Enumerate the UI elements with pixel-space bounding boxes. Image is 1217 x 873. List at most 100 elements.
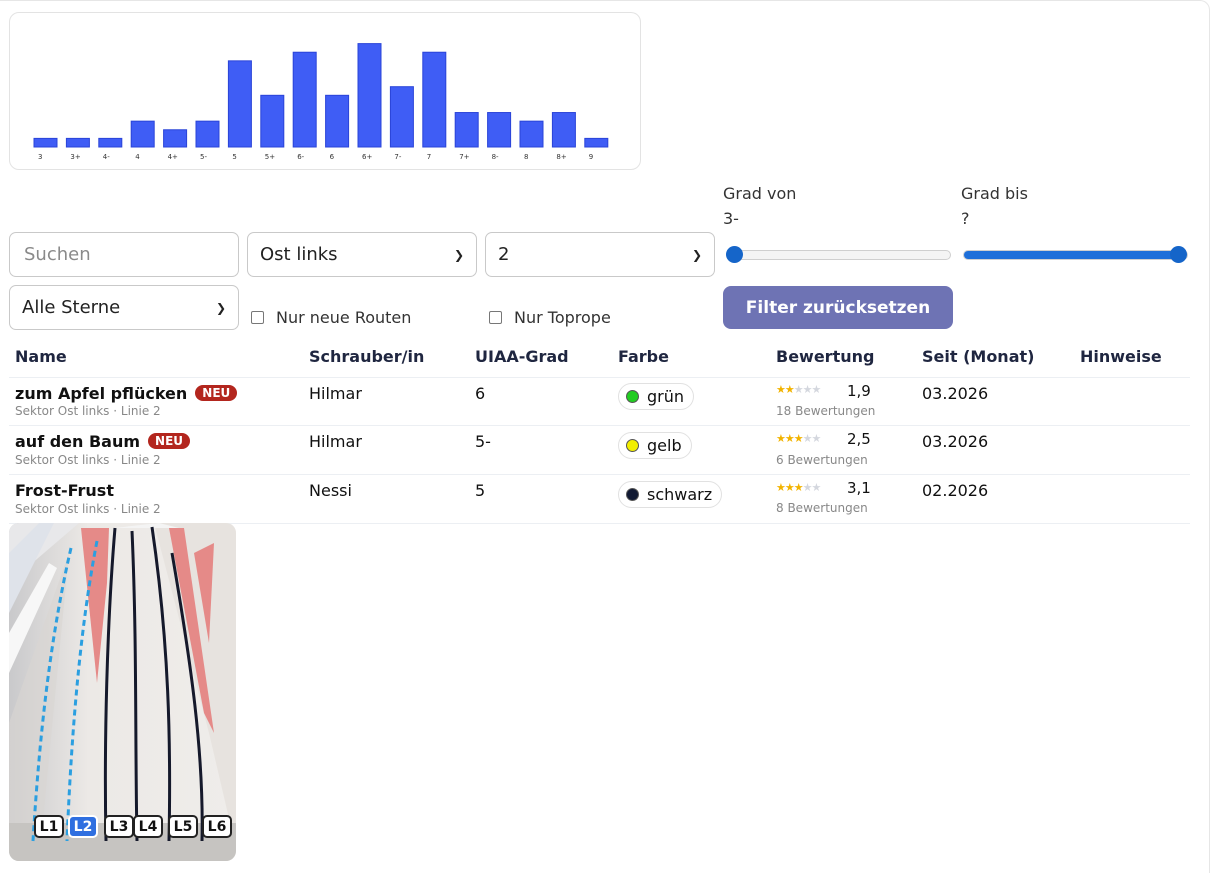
column-header-since[interactable]: Seit (Monat) — [922, 347, 1034, 366]
chart-svg: 3 3+ 4- 4 4+ 5- 5 5+ 6- 6 6+ 7- 7 7+ 8- 8 8+ 9 — [33, 43, 609, 161]
star-icon: ★ — [811, 432, 822, 445]
route-color-pill: schwarz — [618, 481, 723, 508]
chart-tick-label: 5- — [200, 153, 207, 161]
wall-photo — [9, 523, 236, 861]
line-tag-l6[interactable]: L6 — [202, 815, 232, 838]
route-sector-line: Sektor Ost links · Linie 2 — [15, 453, 161, 467]
chart-tick-label: 5+ — [265, 153, 275, 161]
grade-from-label: Grad von — [723, 184, 797, 203]
chart-tick-label: 7+ — [459, 153, 469, 161]
grade-distribution-chart: 3 3+ 4- 4 4+ 5- 5 5+ 6- 6 6+ 7- 7 7+ 8- 8 8+ 9 — [9, 12, 641, 170]
chart-bar — [195, 120, 220, 148]
chart-bar — [325, 94, 350, 148]
chart-tick-label: 4- — [103, 153, 110, 161]
chart-bar — [487, 112, 512, 148]
chart-tick-label: 4+ — [168, 153, 178, 161]
line-tag-l3[interactable]: L3 — [104, 815, 134, 838]
only-toprope-checkbox[interactable] — [489, 311, 502, 324]
only-new-filter[interactable]: Nur neue Routen — [251, 308, 411, 327]
new-badge: NEU — [148, 433, 191, 449]
star-icon: ★ — [811, 383, 822, 396]
route-color-name: grün — [647, 387, 685, 406]
chart-tick-label: 4 — [135, 153, 140, 161]
rating-count: 18 Bewertungen — [776, 404, 876, 418]
chart-bar — [422, 51, 447, 148]
chart-bar — [389, 86, 414, 148]
route-setter: Hilmar — [309, 432, 362, 451]
route-grade: 5 — [475, 481, 486, 500]
chart-tick-label: 3+ — [70, 153, 80, 161]
column-header-color[interactable]: Farbe — [618, 347, 669, 366]
route-name[interactable]: auf den Baum NEU — [15, 432, 191, 451]
rating-stars: ★★★★★ — [776, 432, 822, 445]
line-select[interactable]: 2 ❯ — [485, 232, 715, 277]
star-icon: ★ — [793, 383, 804, 396]
star-icon: ★ — [811, 481, 822, 494]
column-header-grade[interactable]: UIAA-Grad — [475, 347, 569, 366]
star-icon: ★ — [793, 481, 804, 494]
chart-bar — [130, 120, 155, 148]
rating-stars: ★★★★★ — [776, 383, 822, 396]
column-header-name[interactable]: Name — [15, 347, 67, 366]
route-name-text: zum Apfel pflücken — [15, 384, 188, 403]
rating-count: 6 Bewertungen — [776, 453, 868, 467]
line-tag-l2[interactable]: L2 — [68, 815, 98, 838]
route-since: 03.2026 — [922, 432, 989, 451]
route-name[interactable]: zum Apfel pflücken NEU — [15, 384, 238, 403]
rating-stars: ★★★★★ — [776, 481, 822, 494]
wall-line-map[interactable] — [9, 523, 236, 861]
chevron-down-icon: ❯ — [453, 247, 464, 262]
table-row[interactable] — [9, 475, 1190, 524]
chart-tick-label: 9 — [589, 153, 593, 161]
rating-value: 1,9 — [847, 382, 871, 400]
chart-tick-label: 3 — [38, 153, 42, 161]
route-name-text: auf den Baum — [15, 432, 141, 451]
chart-bar — [357, 43, 382, 148]
reset-filters-button[interactable]: Filter zurücksetzen — [723, 286, 953, 329]
chart-tick-label: 5 — [232, 153, 236, 161]
only-toprope-filter[interactable]: Nur Toprope — [489, 308, 611, 327]
grade-to-slider-fill — [964, 251, 1183, 259]
chart-bar — [519, 120, 544, 148]
line-tag-l5[interactable]: L5 — [168, 815, 198, 838]
star-icon: ★ — [802, 383, 813, 396]
chart-tick-label: 8 — [524, 153, 528, 161]
grade-to-slider[interactable] — [963, 246, 1188, 263]
route-sector-line: Sektor Ost links · Linie 2 — [15, 404, 161, 418]
chart-bar — [98, 137, 123, 148]
line-tag-l1[interactable]: L1 — [34, 815, 64, 838]
color-dot — [626, 439, 639, 452]
star-icon: ★ — [793, 432, 804, 445]
line-select-value: 2 — [498, 244, 510, 265]
route-name[interactable]: Frost-Frust — [15, 481, 114, 500]
chart-tick-label: 6- — [297, 153, 304, 161]
color-dot — [626, 390, 639, 403]
search-field[interactable] — [9, 232, 239, 277]
grade-from-slider[interactable] — [725, 246, 951, 263]
chart-bar — [33, 137, 58, 148]
star-icon: ★ — [802, 432, 813, 445]
chart-tick-label: 6 — [330, 153, 335, 161]
route-setter: Nessi — [309, 481, 352, 500]
column-header-notes[interactable]: Hinweise — [1080, 347, 1162, 366]
star-icon: ★ — [784, 432, 795, 445]
column-header-rating[interactable]: Bewertung — [776, 347, 874, 366]
route-since: 03.2026 — [922, 384, 989, 403]
route-grade: 5- — [475, 432, 491, 451]
star-icon: ★ — [776, 432, 786, 445]
line-tag-l4[interactable]: L4 — [133, 815, 163, 838]
chart-tick-label: 6+ — [362, 153, 372, 161]
sector-select[interactable]: Ost links ❯ — [247, 232, 477, 277]
star-icon: ★ — [802, 481, 813, 494]
column-header-setter[interactable]: Schrauber/in — [309, 347, 424, 366]
only-new-checkbox[interactable] — [251, 311, 264, 324]
star-icon: ★ — [776, 383, 786, 396]
chevron-down-icon: ❯ — [691, 247, 702, 262]
route-grade: 6 — [475, 384, 486, 403]
grade-from-slider-thumb[interactable] — [725, 246, 743, 263]
stars-select[interactable]: Alle Sterne ❯ — [9, 285, 239, 330]
route-color-pill: gelb — [618, 432, 692, 459]
search-input[interactable] — [22, 243, 226, 266]
grade-to-value: ? — [961, 209, 970, 228]
route-color-pill: grün — [618, 383, 695, 410]
